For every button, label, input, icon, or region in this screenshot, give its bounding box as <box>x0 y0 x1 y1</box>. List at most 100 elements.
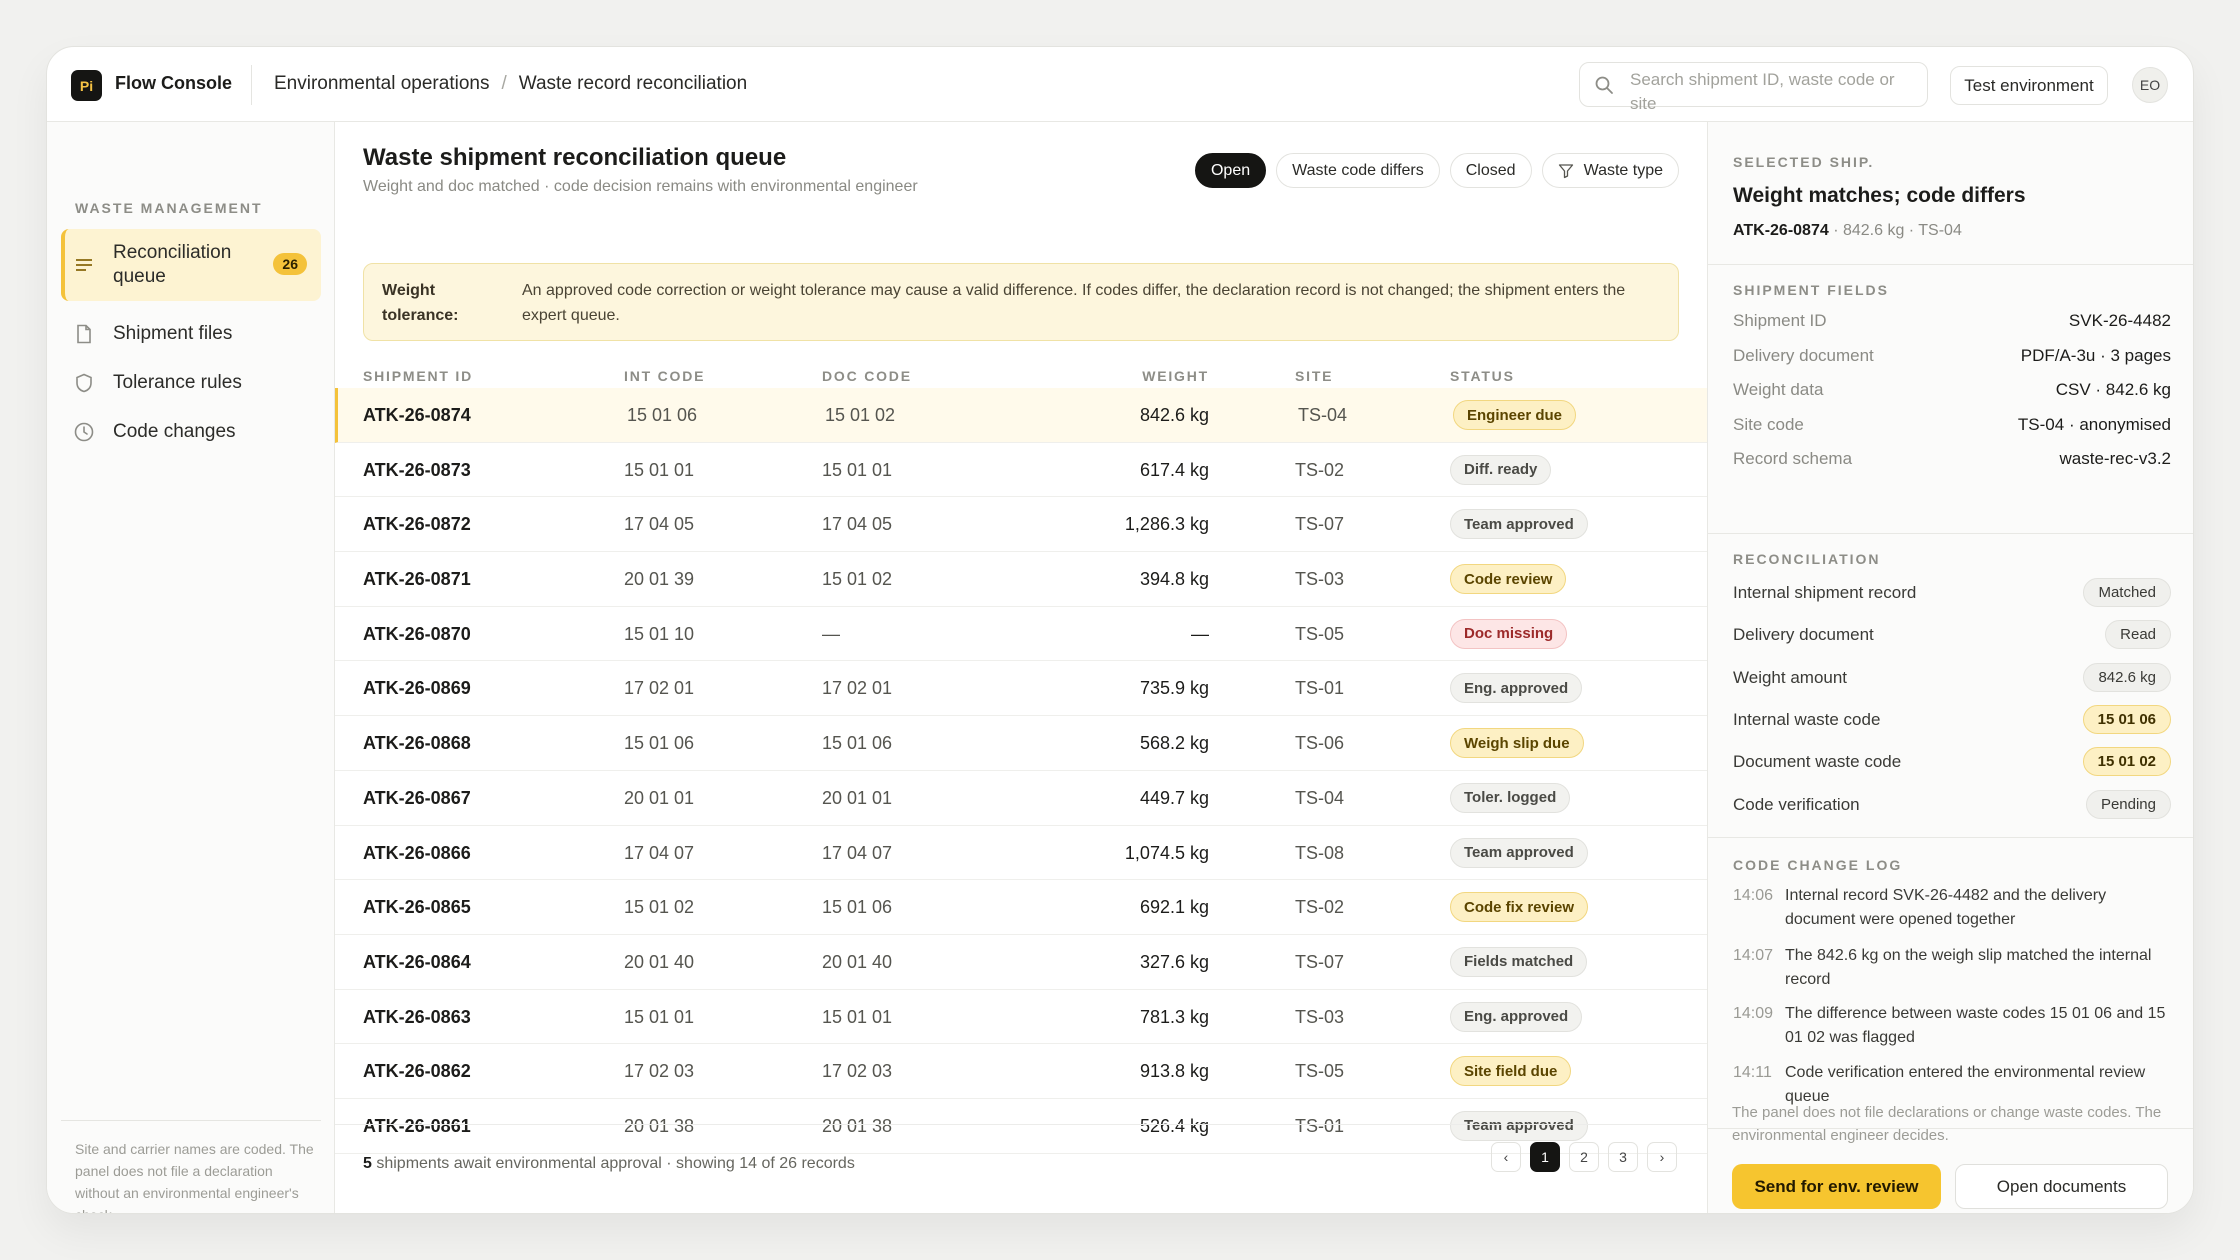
site-cell: TS-03 <box>1295 1006 1345 1027</box>
panel-divider <box>1708 533 2193 534</box>
table-row[interactable]: ATK-26-0867 20 01 01 20 01 01 449.7 kg TS-04… <box>335 771 1707 826</box>
app-logo: Pi <box>71 70 102 101</box>
log-time: 14:09 <box>1733 1005 1774 1022</box>
field-label: Site code <box>1733 414 1804 434</box>
weight-cell: 913.8 kg <box>1139 1061 1209 1082</box>
table-row[interactable]: ATK-26-0865 15 01 02 15 01 06 692.1 kg TS-02… <box>335 880 1707 935</box>
int-code-cell: 15 01 01 <box>624 459 695 480</box>
weight-cell: 394.8 kg <box>1139 569 1209 590</box>
panel-subtitle: ATK-26-0874 · 842.6 kg · TS-04 <box>1733 222 1962 240</box>
reconciliation-label: Code verification <box>1733 794 1860 814</box>
send-for-review-button[interactable]: Send for env. review <box>1732 1164 1941 1209</box>
sidebar-item-tolerance-rules[interactable]: Tolerance rules <box>61 363 321 403</box>
table-row[interactable]: ATK-26-0871 20 01 39 15 01 02 394.8 kg TS-03… <box>335 552 1707 607</box>
table-row[interactable]: ATK-26-0869 17 02 01 17 02 01 735.9 kg TS-01… <box>335 661 1707 717</box>
next-page-button[interactable]: › <box>1647 1142 1677 1172</box>
awaiting-count: 5 <box>363 1155 372 1172</box>
weight-cell: 449.7 kg <box>1139 787 1209 808</box>
page-2-button[interactable]: 2 <box>1569 1142 1599 1172</box>
sidebar-item-shipment-files[interactable]: Shipment files <box>61 314 321 354</box>
shipment-id-cell: ATK-26-0871 <box>363 569 471 590</box>
page-3-button[interactable]: 3 <box>1608 1142 1638 1172</box>
doc-code-cell: 15 01 02 <box>822 569 893 590</box>
int-code-cell: 17 04 05 <box>624 514 695 535</box>
log-description: The difference between waste codes 15 01… <box>1785 1005 2166 1046</box>
prev-page-button[interactable]: ‹ <box>1491 1142 1521 1172</box>
filter-waste-type[interactable]: Waste type <box>1541 153 1679 188</box>
sidebar-heading: WASTE MANAGEMENT <box>75 200 263 216</box>
table-row[interactable]: ATK-26-0866 17 04 07 17 04 07 1,074.5 kg TS-… <box>335 826 1707 881</box>
log-entry: 14:06 Internal record SVK-26-4482 and the… <box>1733 884 2173 932</box>
breadcrumb: Environmental operations / Waste record … <box>274 73 747 95</box>
environment-button[interactable]: Test environment <box>1950 66 2108 105</box>
shipment-field-row: Shipment ID SVK-26-4482 <box>1733 311 2171 331</box>
log-time: 14:06 <box>1733 887 1774 904</box>
table-row[interactable]: ATK-26-0873 15 01 01 15 01 01 617.4 kg TS-02… <box>335 443 1707 498</box>
sidebar-item-reconciliation-queue[interactable]: Reconciliation queue 26 <box>61 229 321 301</box>
reconciliation-row: Weight amount 842.6 kg <box>1733 662 2171 692</box>
panel-divider <box>1708 264 2193 265</box>
status-badge: Code fix review <box>1450 892 1589 923</box>
weight-cell: 617.4 kg <box>1139 459 1209 480</box>
col-site[interactable]: SITE <box>1295 368 1333 384</box>
table-row[interactable]: ATK-26-0863 15 01 01 15 01 01 781.3 kg TS-03… <box>335 990 1707 1045</box>
file-icon <box>77 324 91 344</box>
search-placeholder: Search shipment ID, waste code or site <box>1630 70 1895 113</box>
doc-code-cell: 17 04 07 <box>822 842 893 863</box>
field-label: Shipment ID <box>1733 311 1827 330</box>
reconciliation-status-pill: Read <box>2105 620 2171 650</box>
table-row[interactable]: ATK-26-0870 15 01 10 — — TS-05 Doc missing <box>335 607 1707 662</box>
int-code-cell: 15 01 01 <box>624 1006 695 1027</box>
panel-heading: SELECTED SHIP. <box>1733 154 1875 170</box>
breadcrumb-parent[interactable]: Environmental operations <box>274 73 489 95</box>
avatar[interactable]: EO <box>2132 67 2168 103</box>
table-row[interactable]: ATK-26-0864 20 01 40 20 01 40 327.6 kg TS-07… <box>335 935 1707 990</box>
callout-key: Weight tolerance: <box>382 282 459 324</box>
queue-summary: 5 shipments await environmental approval… <box>363 1155 855 1173</box>
col-status[interactable]: STATUS <box>1450 368 1515 384</box>
filter-icon <box>1558 163 1573 178</box>
site-cell: TS-06 <box>1295 733 1345 754</box>
site-cell: TS-05 <box>1295 623 1345 644</box>
shield-icon <box>76 373 92 393</box>
search-icon <box>1595 76 1613 94</box>
table-row[interactable]: ATK-26-0874 15 01 06 15 01 02 842.6 kg TS-04… <box>335 388 1707 443</box>
shipment-id-cell: ATK-26-0874 <box>363 405 471 425</box>
table-row[interactable]: ATK-26-0862 17 02 03 17 02 03 913.8 kg TS-05… <box>335 1044 1707 1099</box>
top-divider <box>251 65 252 105</box>
weight-cell: 568.2 kg <box>1139 733 1209 754</box>
filter-waste-code-differs[interactable]: Waste code differs <box>1276 153 1440 188</box>
callout-text: An approved code correction or weight to… <box>522 282 1626 324</box>
open-documents-button[interactable]: Open documents <box>1955 1164 2168 1209</box>
table-row[interactable]: ATK-26-0872 17 04 05 17 04 05 1,286.3 kg TS-… <box>335 497 1707 553</box>
shipment-id-cell: ATK-26-0868 <box>363 733 471 754</box>
log-entry: 14:09 The difference between waste codes … <box>1733 1002 2173 1050</box>
site-cell: TS-02 <box>1295 459 1345 480</box>
field-value: SVK-26-4482 <box>2068 311 2171 330</box>
search-input[interactable]: Search shipment ID, waste code or site <box>1579 62 1928 113</box>
status-badge: Code review <box>1450 564 1567 595</box>
app-name[interactable]: Flow Console <box>115 73 232 94</box>
col-weight[interactable]: WEIGHT <box>1142 368 1209 384</box>
col-shipment-id[interactable]: SHIPMENT ID <box>363 368 473 384</box>
weight-cell: 692.1 kg <box>1139 897 1209 918</box>
shipment-field-row: Record schema waste-rec-v3.2 <box>1733 449 2171 469</box>
filter-open[interactable]: Open <box>1194 153 1267 188</box>
status-badge: Eng. approved <box>1450 673 1583 704</box>
breadcrumb-current: Waste record reconciliation <box>518 73 748 94</box>
site-cell: TS-05 <box>1295 1061 1345 1082</box>
app-window: Pi Flow Console Environmental operations… <box>46 46 2194 1214</box>
doc-code-cell: 15 01 06 <box>822 897 893 918</box>
col-int-code[interactable]: INT CODE <box>624 368 705 384</box>
sidebar-item-code-changes[interactable]: Code changes <box>61 412 321 452</box>
col-doc-code[interactable]: DOC CODE <box>822 368 912 384</box>
status-badge: Eng. approved <box>1450 1001 1583 1032</box>
panel-shipment-id: ATK-26-0874 <box>1733 222 1829 239</box>
filter-closed[interactable]: Closed <box>1449 153 1532 188</box>
reconciliation-row: Internal waste code 15 01 06 <box>1733 704 2171 734</box>
page-1-button[interactable]: 1 <box>1530 1142 1560 1172</box>
reconciliation-status-pill: 15 01 02 <box>2082 747 2171 777</box>
table-row[interactable]: ATK-26-0868 15 01 06 15 01 06 568.2 kg TS-06… <box>335 716 1707 771</box>
doc-code-cell: 20 01 40 <box>822 951 893 972</box>
doc-code-cell: 15 01 02 <box>825 405 896 425</box>
